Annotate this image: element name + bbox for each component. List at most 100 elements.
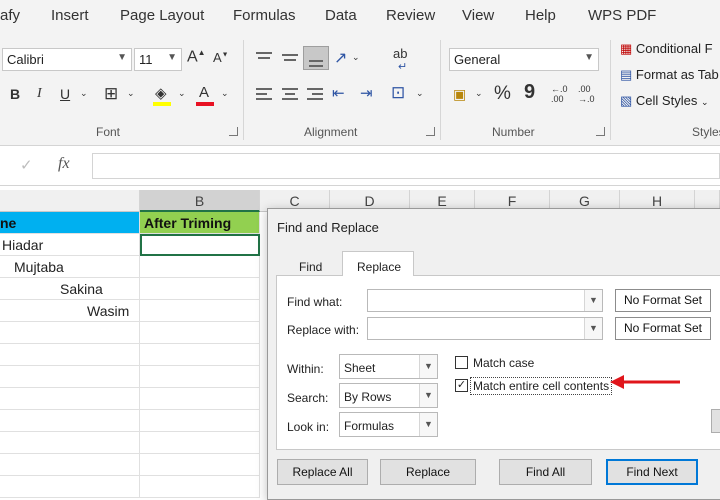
cell-styles-button[interactable]: ▧ Cell Styles ⌄ bbox=[620, 93, 709, 109]
search-value: By Rows bbox=[344, 390, 392, 404]
decrease-indent-icon[interactable]: ⇤ bbox=[332, 84, 345, 102]
format-as-table-button[interactable]: ▤ Format as Tab bbox=[620, 67, 719, 83]
tab-data[interactable]: Data bbox=[325, 7, 357, 24]
options-button[interactable] bbox=[711, 409, 720, 433]
wrap-text-icon[interactable]: ab bbox=[393, 46, 407, 61]
alignment-dialog-launcher-icon[interactable] bbox=[426, 127, 435, 136]
cell-a12[interactable] bbox=[0, 454, 140, 476]
cell-a10[interactable] bbox=[0, 410, 140, 432]
shrink-font-button[interactable]: A▼ bbox=[213, 50, 229, 65]
look-in-value: Formulas bbox=[344, 419, 395, 433]
cell-a13[interactable] bbox=[0, 476, 140, 498]
decrease-decimal-button[interactable]: .00 →.0 bbox=[578, 84, 595, 104]
cell-a8[interactable] bbox=[0, 366, 140, 388]
find-what-input[interactable]: ▼ bbox=[367, 289, 603, 312]
conditional-formatting-button[interactable]: ▦ Conditional F bbox=[620, 41, 713, 57]
chevron-down-icon[interactable]: ⌄ bbox=[416, 88, 424, 99]
replace-format-button[interactable]: No Format Set bbox=[615, 317, 711, 340]
cell-a3[interactable]: Mujtaba bbox=[0, 256, 140, 278]
bold-button[interactable]: B bbox=[10, 86, 20, 102]
cell-a6[interactable] bbox=[0, 322, 140, 344]
dialog-title: Find and Replace bbox=[277, 220, 379, 235]
replace-button[interactable]: Replace bbox=[380, 459, 476, 485]
find-all-button[interactable]: Find All bbox=[499, 459, 592, 485]
font-color-button[interactable]: A bbox=[199, 84, 209, 101]
chevron-down-icon[interactable]: ⌄ bbox=[352, 52, 360, 63]
search-select[interactable]: By Rows ▼ bbox=[339, 383, 438, 408]
underline-button[interactable]: U bbox=[60, 86, 70, 102]
cell-b9[interactable] bbox=[140, 388, 260, 410]
align-bottom-button[interactable] bbox=[303, 46, 329, 70]
cell-a5[interactable]: Wasim bbox=[0, 300, 140, 322]
tab-view[interactable]: View bbox=[462, 7, 494, 24]
increase-decimal-button[interactable]: ←.0 .00 bbox=[551, 84, 568, 104]
chevron-down-icon[interactable]: ⌄ bbox=[475, 88, 483, 99]
fill-color-icon[interactable]: ◈ bbox=[155, 84, 167, 102]
tab-wps-pdf[interactable]: WPS PDF bbox=[588, 7, 656, 24]
replace-all-button[interactable]: Replace All bbox=[277, 459, 368, 485]
icon-line bbox=[282, 54, 298, 56]
match-case-checkbox[interactable] bbox=[455, 356, 468, 369]
icon-line bbox=[256, 52, 272, 54]
cell-b1[interactable]: After Triming bbox=[140, 212, 260, 234]
tab-page-layout[interactable]: Page Layout bbox=[120, 7, 204, 24]
cell-b4[interactable] bbox=[140, 278, 260, 300]
grow-font-letter: A bbox=[187, 48, 198, 66]
replace-with-input[interactable]: ▼ bbox=[367, 317, 603, 340]
formula-input[interactable] bbox=[92, 153, 720, 179]
chevron-down-icon[interactable]: ⌄ bbox=[80, 88, 88, 99]
column-header-b[interactable]: B bbox=[140, 190, 260, 212]
italic-button[interactable]: I bbox=[37, 86, 42, 102]
cell-b7[interactable] bbox=[140, 344, 260, 366]
borders-icon[interactable]: ⊞ bbox=[104, 84, 118, 104]
number-dialog-launcher-icon[interactable] bbox=[596, 127, 605, 136]
tab-find[interactable]: Find bbox=[299, 260, 322, 274]
cell-b13[interactable] bbox=[140, 476, 260, 498]
tab-insert[interactable]: Insert bbox=[51, 7, 89, 24]
accounting-format-icon[interactable]: ▣ bbox=[453, 86, 466, 103]
cell-a7[interactable] bbox=[0, 344, 140, 366]
find-next-button[interactable]: Find Next bbox=[606, 459, 698, 485]
font-size-combo[interactable]: 11 ▼ bbox=[134, 48, 182, 71]
grow-font-button[interactable]: A▲ bbox=[187, 48, 206, 66]
cell-b5[interactable] bbox=[140, 300, 260, 322]
number-format-combo[interactable]: General ▼ bbox=[449, 48, 599, 71]
orientation-icon[interactable]: ↗ bbox=[334, 48, 347, 68]
font-dialog-launcher-icon[interactable] bbox=[229, 127, 238, 136]
tab-review[interactable]: Review bbox=[386, 7, 435, 24]
cell-b6[interactable] bbox=[140, 322, 260, 344]
chevron-down-icon[interactable]: ⌄ bbox=[221, 88, 229, 99]
find-replace-dialog: Find and Replace Find Replace Find what:… bbox=[267, 208, 720, 500]
insert-function-icon[interactable]: fx bbox=[58, 155, 70, 173]
tab-simplify[interactable]: afy bbox=[0, 7, 20, 24]
tab-formulas[interactable]: Formulas bbox=[233, 7, 296, 24]
comma-style-button[interactable]: 9 bbox=[524, 81, 535, 104]
tab-replace[interactable]: Replace bbox=[342, 251, 414, 276]
look-in-select[interactable]: Formulas ▼ bbox=[339, 412, 438, 437]
cell-a9[interactable] bbox=[0, 388, 140, 410]
merge-center-icon[interactable]: ⊡ bbox=[391, 83, 405, 103]
chevron-down-icon[interactable]: ⌄ bbox=[127, 88, 135, 99]
cell-b8[interactable] bbox=[140, 366, 260, 388]
cell-a11[interactable] bbox=[0, 432, 140, 454]
tab-help[interactable]: Help bbox=[525, 7, 556, 24]
chevron-down-icon[interactable]: ▼ bbox=[584, 318, 602, 339]
cell-a2[interactable]: Hiadar bbox=[0, 234, 140, 256]
within-select[interactable]: Sheet ▼ bbox=[339, 354, 438, 379]
cell-b10[interactable] bbox=[140, 410, 260, 432]
cell-a1[interactable]: ne bbox=[0, 212, 140, 234]
column-header-a[interactable] bbox=[0, 190, 140, 212]
percent-style-button[interactable]: % bbox=[494, 83, 511, 105]
match-entire-checkbox[interactable]: ✓ bbox=[455, 379, 468, 392]
chevron-down-icon[interactable]: ⌄ bbox=[178, 88, 186, 99]
cell-b12[interactable] bbox=[140, 454, 260, 476]
cell-b2-selected[interactable] bbox=[140, 234, 260, 256]
cell-b3[interactable] bbox=[140, 256, 260, 278]
find-format-button[interactable]: No Format Set bbox=[615, 289, 711, 312]
increase-indent-icon[interactable]: ⇥ bbox=[360, 84, 373, 102]
chevron-down-icon[interactable]: ▼ bbox=[584, 290, 602, 311]
cell-b11[interactable] bbox=[140, 432, 260, 454]
enter-check-icon[interactable]: ✓ bbox=[20, 156, 33, 174]
cell-a4[interactable]: Sakina bbox=[0, 278, 140, 300]
font-name-combo[interactable]: Calibri ▼ bbox=[2, 48, 132, 71]
